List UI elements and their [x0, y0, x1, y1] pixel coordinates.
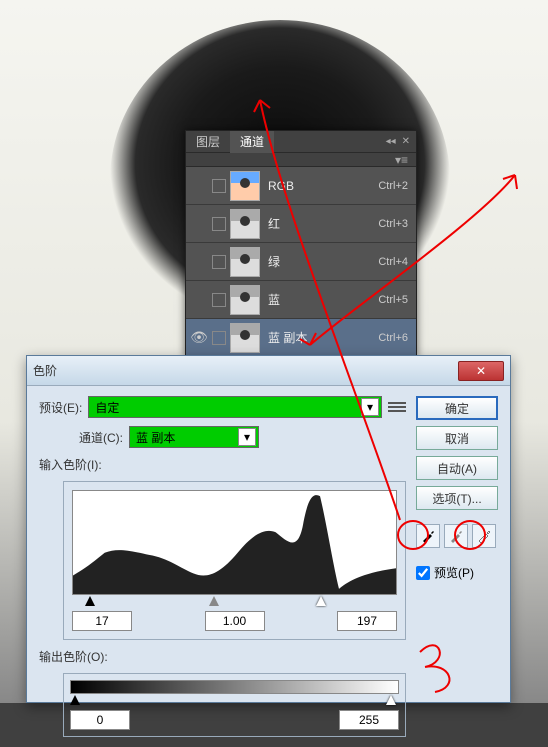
- channel-thumbnail: [230, 209, 260, 239]
- channel-value: 蓝 副本: [136, 429, 175, 446]
- channel-checkbox[interactable]: [212, 293, 226, 307]
- channel-name: RGB: [268, 179, 378, 193]
- channel-shortcut: Ctrl+4: [378, 256, 408, 268]
- preset-dropdown[interactable]: 自定 ▾: [88, 396, 382, 418]
- gray-eyedropper-icon[interactable]: [444, 524, 468, 548]
- channel-shortcut: Ctrl+6: [378, 332, 408, 344]
- preset-label: 预设(E):: [39, 399, 82, 416]
- eyedropper-row: [416, 524, 498, 548]
- input-levels-label: 输入色阶(I):: [39, 456, 102, 473]
- output-slider-track[interactable]: [70, 694, 399, 708]
- output-black-input[interactable]: 0: [70, 710, 130, 730]
- highlight-input[interactable]: 197: [337, 611, 397, 631]
- shadow-slider[interactable]: [85, 596, 95, 606]
- channel-shortcut: Ctrl+3: [378, 218, 408, 230]
- channel-thumbnail: [230, 285, 260, 315]
- output-white-input[interactable]: 255: [339, 710, 399, 730]
- visibility-toggle[interactable]: 👁: [186, 329, 212, 346]
- channel-thumbnail: [230, 323, 260, 353]
- panel-menu-icon[interactable]: ▾≡: [395, 153, 408, 167]
- shadow-input[interactable]: 17: [72, 611, 132, 631]
- input-slider-track[interactable]: [72, 595, 397, 609]
- channel-dropdown[interactable]: 蓝 副本 ▾: [129, 426, 259, 448]
- titlebar[interactable]: 色阶 ✕: [27, 356, 510, 386]
- midtone-slider[interactable]: [209, 596, 219, 606]
- white-eyedropper-icon[interactable]: [472, 524, 496, 548]
- output-levels-label: 输出色阶(O):: [39, 648, 108, 665]
- channel-thumbnail: [230, 171, 260, 201]
- output-gradient: [70, 680, 399, 694]
- tab-layers[interactable]: 图层: [186, 131, 230, 153]
- options-button[interactable]: 选项(T)...: [416, 486, 498, 510]
- channel-row[interactable]: 蓝Ctrl+5: [186, 281, 416, 319]
- preview-checkbox[interactable]: [416, 566, 430, 580]
- channel-row[interactable]: 绿Ctrl+4: [186, 243, 416, 281]
- output-levels-group: 0 255: [63, 673, 406, 737]
- channel-thumbnail: [230, 247, 260, 277]
- channel-row[interactable]: 👁 蓝 副本Ctrl+6: [186, 319, 416, 357]
- chevron-down-icon: ▾: [361, 398, 379, 416]
- cancel-button[interactable]: 取消: [416, 426, 498, 450]
- output-white-slider[interactable]: [386, 695, 396, 705]
- input-levels-group: 17 1.00 197: [63, 481, 406, 640]
- ok-button[interactable]: 确定: [416, 396, 498, 420]
- auto-button[interactable]: 自动(A): [416, 456, 498, 480]
- channel-row[interactable]: RGBCtrl+2: [186, 167, 416, 205]
- channel-label: 通道(C):: [79, 429, 123, 446]
- output-black-slider[interactable]: [70, 695, 80, 705]
- channel-checkbox[interactable]: [212, 217, 226, 231]
- midtone-input[interactable]: 1.00: [205, 611, 265, 631]
- black-eyedropper-icon[interactable]: [416, 524, 440, 548]
- channel-name: 绿: [268, 253, 378, 270]
- preview-label: 预览(P): [434, 564, 474, 581]
- collapse-icon[interactable]: ◂◂: [386, 136, 396, 147]
- channel-shortcut: Ctrl+5: [378, 294, 408, 306]
- channel-row[interactable]: 红Ctrl+3: [186, 205, 416, 243]
- channel-name: 蓝 副本: [268, 329, 378, 346]
- preset-value: 自定: [95, 399, 119, 416]
- preset-menu-icon[interactable]: [388, 398, 406, 416]
- channel-name: 蓝: [268, 291, 378, 308]
- channel-checkbox[interactable]: [212, 331, 226, 345]
- channel-name: 红: [268, 215, 378, 232]
- window-close-button[interactable]: ✕: [458, 361, 504, 381]
- channels-panel: 图层 通道 ◂◂ ✕ ▾≡ RGBCtrl+2红Ctrl+3绿Ctrl+4蓝Ct…: [185, 130, 417, 358]
- chevron-down-icon: ▾: [238, 428, 256, 446]
- channel-checkbox[interactable]: [212, 179, 226, 193]
- channel-checkbox[interactable]: [212, 255, 226, 269]
- channel-shortcut: Ctrl+2: [378, 180, 408, 192]
- levels-dialog: 色阶 ✕ 预设(E): 自定 ▾ 通道(C): 蓝 副本 ▾ 输入色阶(I):: [26, 355, 511, 703]
- close-panel-icon[interactable]: ✕: [402, 136, 410, 147]
- highlight-slider[interactable]: [316, 596, 326, 606]
- dialog-title: 色阶: [33, 362, 458, 379]
- histogram: [72, 490, 397, 595]
- panel-header: 图层 通道 ◂◂ ✕: [186, 131, 416, 153]
- tab-channels[interactable]: 通道: [230, 131, 274, 153]
